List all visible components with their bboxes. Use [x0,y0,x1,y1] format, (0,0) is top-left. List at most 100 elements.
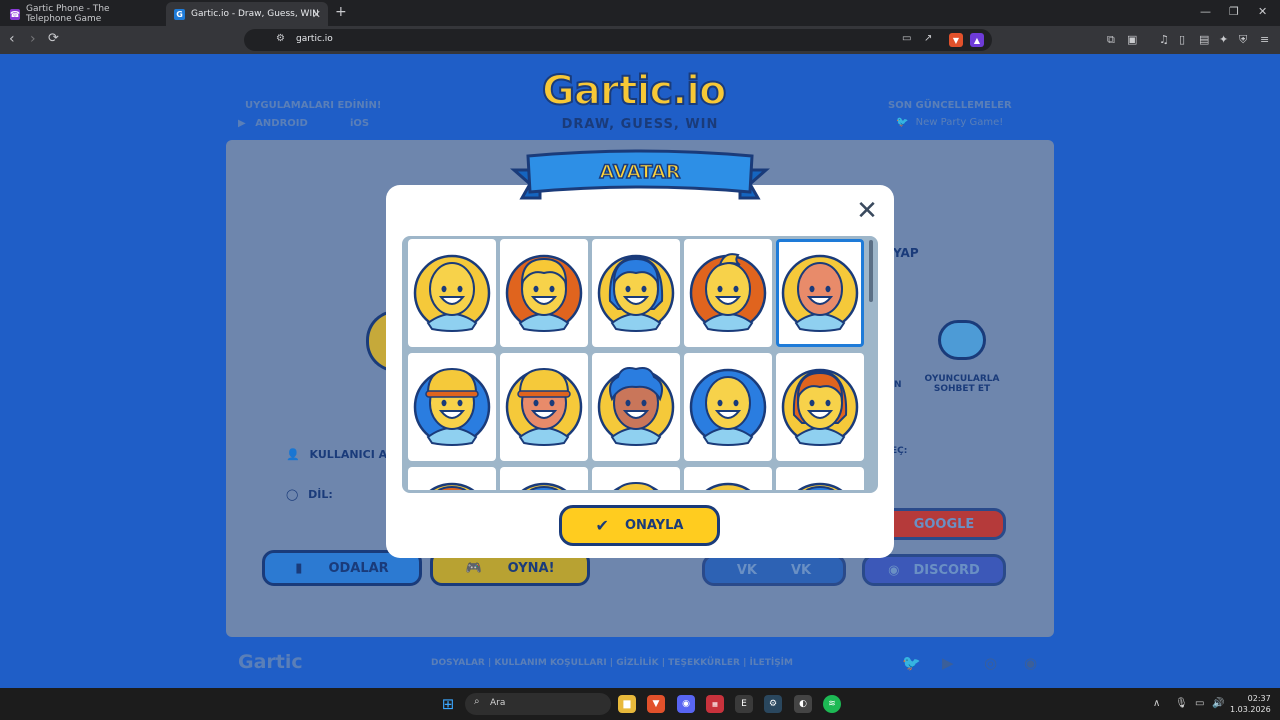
browser-tab-bar: ☎ Gartic Phone - The Telephone Game G Ga… [0,0,1280,26]
avatar-blue-long-hair[interactable] [592,239,680,347]
avatar-face-icon [521,482,567,490]
partial-heading: YAP [893,246,919,260]
network-icon[interactable]: ▭ [1195,698,1204,709]
windows-taskbar: ⊞ ⌕ Ara ▆ ▼ ◉ ▦ E ⚙ ◐ ≋ ∧ 🎙 ▭ 🔊 02:37 1.… [0,688,1280,720]
language-label: ◯ DİL: [286,488,333,501]
modal-close-button[interactable]: ✕ [854,198,880,224]
avatar-blue-curly-glasses[interactable] [592,353,680,461]
confirm-button[interactable]: ✔ ONAYLA [559,505,720,546]
brave-rewards-icon[interactable]: ▲ [970,33,984,47]
chat-feature-label: OYUNCULARLA SOHBET ET [924,374,1000,394]
menu-icon[interactable]: ≡ [1260,33,1269,46]
forward-icon[interactable]: › [30,31,36,47]
avatar-face-icon [705,482,751,490]
tab-search-icon[interactable]: ▤ [1199,33,1209,46]
search-icon: ⌕ [474,696,480,707]
avatar-face-icon [613,481,659,490]
avatar-face-icon [597,367,675,446]
avatar-face-icon [413,367,491,446]
wallet-icon[interactable]: ▣ [1127,33,1137,46]
steam-icon[interactable]: ⚙ [764,695,782,713]
twitter-icon: 🐦 [896,117,909,128]
avatar-face-icon [429,482,475,490]
avatar-bald-yellow[interactable] [408,239,496,347]
volume-icon[interactable]: 🔊 [1212,698,1224,709]
window-close-icon[interactable]: ✕ [1258,5,1267,18]
clock-date: 1.03.2026 [1230,705,1271,714]
user-icon: 👤 [286,448,300,461]
reload-icon[interactable]: ⟳ [48,31,59,46]
avatar-row3-1[interactable] [408,467,496,490]
file-explorer-icon[interactable]: ▆ [618,695,636,713]
browser-toolbar: ‹ › ⟳ 🔖 ⚙ gartic.io ▭ ↗ ▼ ▲ ⧉ ▣ ♫ ▯ ▤ ✦ … [0,26,1280,54]
tray-overflow-icon[interactable]: ∧ [1153,698,1160,709]
avatar-blonde-boy[interactable] [500,239,588,347]
tab-title: Gartic Phone - The Telephone Game [25,4,110,24]
avatar-bald-blue-bg[interactable] [684,353,772,461]
new-tab-button[interactable]: + [335,4,347,20]
avatar-row3-3[interactable] [592,467,680,490]
windows-start-icon[interactable]: ⊞ [439,695,457,713]
avatar-row3-4[interactable] [684,467,772,490]
extensions-icon[interactable]: ⧉ [1107,33,1115,47]
epic-games-icon[interactable]: E [735,695,753,713]
address-bar[interactable]: ⚙ gartic.io ▭ ↗ ▼ ▲ [244,29,992,51]
updates-item[interactable]: 🐦 New Party Game! [896,117,1003,128]
app-icon-red[interactable]: ▦ [706,695,724,713]
apps-title: UYGULAMALARI EDİNİN! [245,100,382,111]
taskbar-search[interactable]: ⌕ Ara [465,693,611,715]
url-text[interactable]: gartic.io [296,34,333,44]
discord-icon: ◉ [888,562,900,578]
restore-icon[interactable]: ❐ [1229,5,1239,18]
spotify-icon[interactable]: ≋ [823,695,841,713]
media-icon[interactable]: ♫ [1159,33,1169,46]
play-store-icon: ▶ [238,118,246,129]
vk-button[interactable]: ᐯK VK [702,554,846,586]
youtube-icon[interactable]: ▶ [942,654,954,672]
avatar-bald-freckles[interactable] [776,239,864,347]
site-settings-icon[interactable]: ⚙ [276,33,285,44]
vk-icon: ᐯK [736,562,757,578]
footer-links[interactable]: DOSYALAR | KULLANIM KOŞULLARI | GİZLİLİK… [431,658,793,668]
minimize-icon[interactable]: — [1200,5,1211,18]
gamepad-icon: 🎮 [465,560,482,576]
tab-gartic-io[interactable]: G Gartic.io - Draw, Guess, WIN ✕ [166,2,328,26]
ios-link[interactable]: iOS [344,118,369,129]
door-icon: ▮ [295,560,303,576]
tab-title: Gartic.io - Draw, Guess, WIN [191,9,319,19]
android-link[interactable]: ▶ ANDROID [238,118,308,129]
sidebar-icon[interactable]: ▯ [1179,33,1185,46]
instagram-icon[interactable]: ◎ [984,654,997,672]
avatar-grid-scrollbar[interactable] [869,240,873,302]
microphone-icon[interactable]: 🎙 [1175,698,1188,709]
brave-shields-icon[interactable]: ▼ [949,33,963,47]
vpn-icon[interactable]: ⛨ [1239,33,1247,47]
avatar-title-ribbon: AVATAR [510,149,770,200]
discord-app-icon[interactable]: ◉ [677,695,695,713]
footer-logo: Gartic [238,651,303,673]
discord-icon[interactable]: ◉ [1024,654,1037,672]
avatar-blonde-tuft[interactable] [684,239,772,347]
avatar-face-icon [797,482,843,490]
tab-gartic-phone[interactable]: ☎ Gartic Phone - The Telephone Game [2,2,164,26]
back-icon[interactable]: ‹ [9,31,15,47]
share-icon[interactable]: ↗ [924,33,932,44]
leo-ai-icon[interactable]: ✦ [1219,33,1228,46]
avatar-orange-hair-glasses[interactable] [776,353,864,461]
avatar-row3-2[interactable] [500,467,588,490]
tab-close-icon[interactable]: ✕ [312,8,321,21]
cast-icon[interactable]: ▭ [902,33,911,44]
avatar-grid [402,236,878,493]
taskbar-clock[interactable]: 02:37 1.03.2026 [1230,693,1271,715]
gartic-icon: G [174,8,185,20]
clock-time: 02:37 [1247,694,1271,703]
avatar-yellow-cap-blue-hair[interactable] [408,353,496,461]
avatar-yellow-cap-boy[interactable] [500,353,588,461]
obs-icon[interactable]: ◐ [794,695,812,713]
discord-button[interactable]: ◉ DISCORD [862,554,1006,586]
taskbar-search-placeholder: Ara [490,698,506,708]
updates-title: SON GÜNCELLEMELER [888,100,1012,111]
twitter-icon[interactable]: 🐦 [902,654,921,672]
brave-browser-icon[interactable]: ▼ [647,695,665,713]
avatar-row3-5[interactable] [776,467,864,490]
